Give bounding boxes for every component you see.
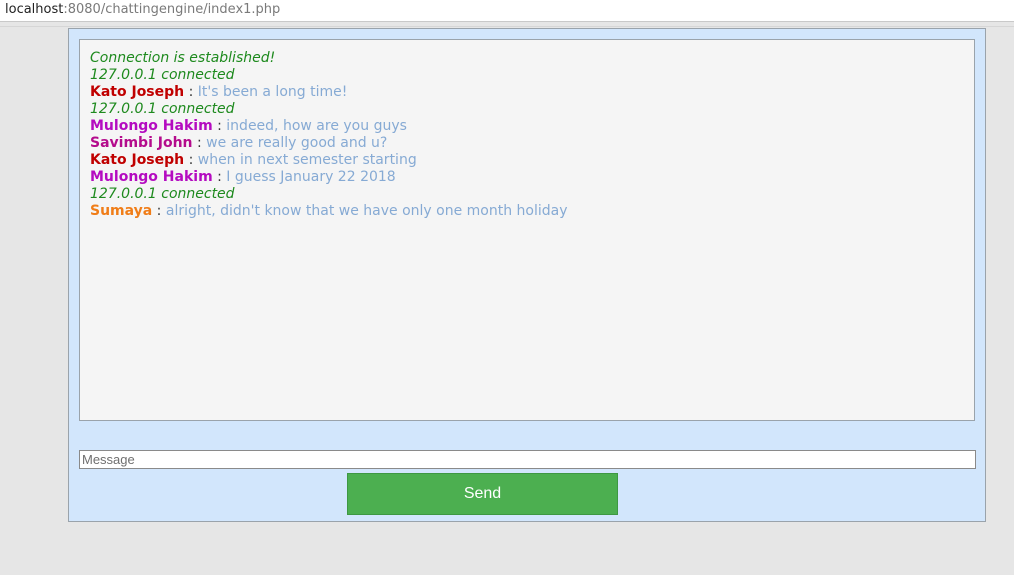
message-separator: : bbox=[184, 84, 198, 100]
send-button[interactable]: Send bbox=[347, 473, 618, 515]
system-message: 127.0.0.1 connected bbox=[90, 101, 974, 118]
message-text: It's been a long time! bbox=[197, 84, 348, 100]
chat-panel: Connection is established! 127.0.0.1 con… bbox=[68, 28, 986, 522]
chat-message: Kato Joseph : It's been a long time! bbox=[90, 84, 974, 101]
address-bar[interactable]: localhost:8080/chattingengine/index1.php bbox=[0, 0, 1014, 22]
address-bar-divider bbox=[0, 26, 1014, 27]
message-separator: : bbox=[192, 135, 207, 151]
message-separator: : bbox=[212, 118, 227, 134]
message-text: I guess January 22 2018 bbox=[226, 169, 396, 185]
message-username: Mulongo Hakim bbox=[90, 118, 213, 134]
chat-message: Savimbi John : we are really good and u? bbox=[90, 135, 974, 152]
chat-message: Mulongo Hakim : indeed, how are you guys bbox=[90, 118, 974, 135]
chat-message: Mulongo Hakim : I guess January 22 2018 bbox=[90, 169, 974, 186]
message-text: alright, didn't know that we have only o… bbox=[165, 203, 568, 219]
message-separator: : bbox=[212, 169, 227, 185]
system-message: 127.0.0.1 connected bbox=[90, 67, 974, 84]
message-username: Sumaya bbox=[90, 203, 153, 219]
url-host: localhost bbox=[5, 2, 64, 17]
message-separator: : bbox=[152, 203, 166, 219]
system-message: 127.0.0.1 connected bbox=[90, 186, 974, 203]
system-message: Connection is established! bbox=[90, 50, 974, 67]
url-path: :8080/chattingengine/index1.php bbox=[63, 2, 281, 17]
system-message-text: 127.0.0.1 connected bbox=[90, 101, 235, 117]
chat-message: Kato Joseph : when in next semester star… bbox=[90, 152, 974, 169]
message-separator: : bbox=[184, 152, 198, 168]
system-message-text: Connection is established! bbox=[90, 50, 276, 66]
chat-message: Sumaya : alright, didn't know that we ha… bbox=[90, 203, 974, 220]
message-username: Kato Joseph bbox=[90, 152, 185, 168]
message-text: when in next semester starting bbox=[197, 152, 417, 168]
system-message-text: 127.0.0.1 connected bbox=[90, 186, 235, 202]
message-username: Kato Joseph bbox=[90, 84, 185, 100]
message-text: we are really good and u? bbox=[206, 135, 388, 151]
message-input[interactable] bbox=[79, 450, 976, 469]
system-message-text: 127.0.0.1 connected bbox=[90, 67, 235, 83]
message-username: Mulongo Hakim bbox=[90, 169, 213, 185]
message-text: indeed, how are you guys bbox=[226, 118, 407, 134]
message-username: Savimbi John bbox=[90, 135, 193, 151]
message-log[interactable]: Connection is established! 127.0.0.1 con… bbox=[79, 39, 975, 421]
